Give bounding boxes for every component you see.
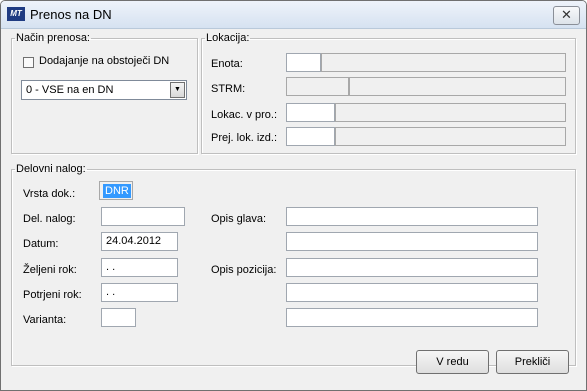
ok-button[interactable]: V redu xyxy=(416,350,489,374)
nacin-prenosa-select[interactable]: 0 - VSE na en DN ▼ xyxy=(21,80,187,100)
opis-pozicija-input-3[interactable] xyxy=(286,308,538,327)
lokacija-legend: Lokacija: xyxy=(206,32,250,44)
lokacija-v-pro-input[interactable] xyxy=(286,103,335,122)
delovni-nalog-legend: Delovni nalog: xyxy=(16,163,86,175)
del-nalog-input[interactable] xyxy=(101,207,185,226)
window-title: Prenos na DN xyxy=(30,7,112,22)
lokacija-v-pro-description xyxy=(335,103,566,122)
opis-glava-label: Opis glava: xyxy=(211,213,267,225)
potrjeni-rok-label: Potrjeni rok: xyxy=(23,289,82,301)
opis-pozicija-input-2[interactable] xyxy=(286,283,538,302)
nacin-prenosa-select-value: 0 - VSE na en DN xyxy=(26,84,114,96)
close-icon: ✕ xyxy=(561,7,572,22)
prej-lok-izd-label: Prej. lok. izd.: xyxy=(211,132,278,144)
prej-lok-izd-input[interactable] xyxy=(286,127,335,146)
dialog-window: MT Prenos na DN ✕ Način prenosa: Dodajan… xyxy=(0,0,587,391)
prej-lok-izd-description xyxy=(335,127,566,146)
enota-input[interactable] xyxy=(286,53,321,72)
varianta-label: Varianta: xyxy=(23,314,67,326)
cancel-button[interactable]: Prekliči xyxy=(496,350,569,374)
nacin-prenosa-legend: Način prenosa: xyxy=(16,32,90,44)
varianta-input[interactable] xyxy=(101,308,136,327)
dodajanje-checkbox[interactable] xyxy=(23,57,34,68)
dialog-body: Način prenosa: Dodajanje na obstoječi DN… xyxy=(5,29,582,386)
chevron-down-icon[interactable]: ▼ xyxy=(170,82,185,98)
datum-input[interactable]: 24.04.2012 xyxy=(101,232,178,251)
vrsta-dok-input[interactable]: DNR xyxy=(99,181,133,200)
zeljeni-rok-input[interactable]: . . xyxy=(101,258,178,277)
strm-label: STRM: xyxy=(211,83,246,95)
opis-pozicija-input-1[interactable] xyxy=(286,258,538,277)
strm-input[interactable] xyxy=(286,77,349,96)
app-logo-icon: MT xyxy=(7,7,25,21)
lokacija-v-pro-label: Lokac. v pro.: xyxy=(211,109,278,121)
strm-description xyxy=(349,77,566,96)
dodajanje-checkbox-label: Dodajanje na obstoječi DN xyxy=(39,55,170,67)
enota-label: Enota: xyxy=(211,58,243,70)
potrjeni-rok-input[interactable]: . . xyxy=(101,283,178,302)
opis-pozicija-label: Opis pozicija: xyxy=(211,264,277,276)
datum-label: Datum: xyxy=(23,238,59,250)
enota-description xyxy=(321,53,566,72)
opis-glava-input-1[interactable] xyxy=(286,207,538,226)
del-nalog-label: Del. nalog: xyxy=(23,213,76,225)
vrsta-dok-value: DNR xyxy=(103,184,131,198)
opis-glava-input-2[interactable] xyxy=(286,232,538,251)
zeljeni-rok-label: Željeni rok: xyxy=(23,264,77,276)
close-button[interactable]: ✕ xyxy=(553,6,580,25)
title-bar[interactable]: MT Prenos na DN ✕ xyxy=(1,1,586,29)
vrsta-dok-label: Vrsta dok.: xyxy=(23,188,76,200)
